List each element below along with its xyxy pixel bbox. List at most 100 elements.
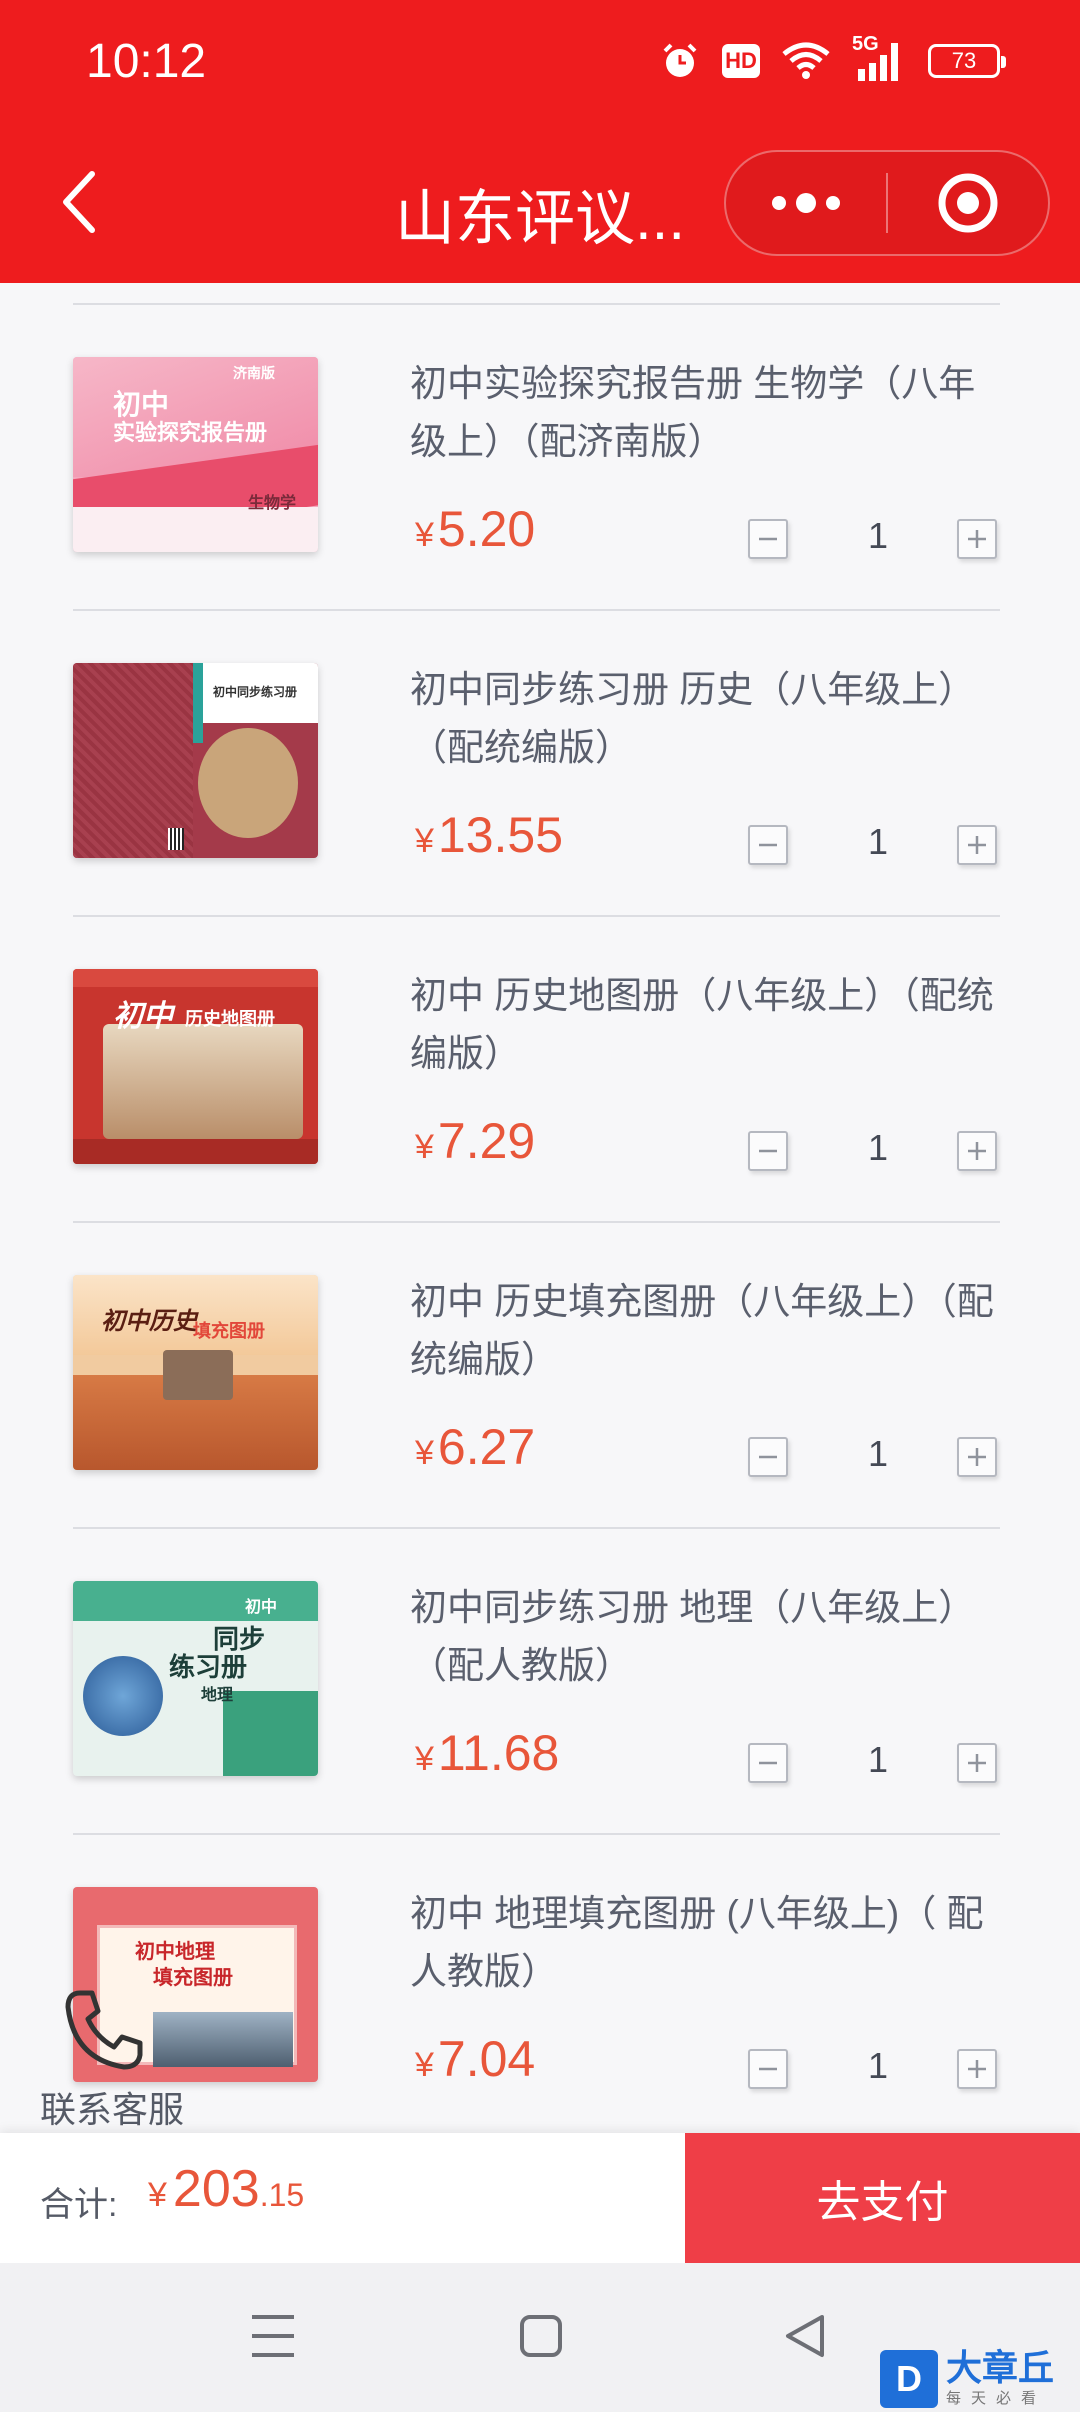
total-price: ¥203.15 — [148, 2159, 304, 2219]
quantity-value[interactable]: 1 — [853, 1739, 903, 1781]
minus-icon — [759, 2067, 777, 2071]
quantity-value[interactable]: 1 — [853, 821, 903, 863]
product-title[interactable]: 初中 历史填充图册（八年级上）（配统编版） — [410, 1273, 1000, 1389]
close-button[interactable] — [888, 152, 1048, 254]
increase-quantity-button[interactable] — [957, 825, 997, 865]
back-nav-button[interactable] — [782, 2311, 828, 2366]
back-button[interactable] — [40, 162, 120, 242]
alarm-icon — [663, 43, 697, 77]
status-icons: HD 5G 73 — [660, 33, 1006, 86]
product-price: ¥13.55 — [415, 806, 563, 864]
signal-bars-icon — [858, 43, 898, 81]
product-price: ¥6.27 — [415, 1418, 535, 1476]
product-price: ¥7.04 — [415, 2030, 535, 2088]
decrease-quantity-button[interactable] — [748, 2049, 788, 2089]
decrease-quantity-button[interactable] — [748, 1743, 788, 1783]
phone-icon — [65, 1990, 143, 2070]
currency-symbol: ¥ — [415, 1434, 434, 1472]
quantity-value[interactable]: 1 — [853, 2045, 903, 2087]
plus-icon — [968, 836, 986, 854]
decrease-quantity-button[interactable] — [748, 1437, 788, 1477]
cover-line1: 初中 — [113, 999, 173, 1034]
list-item: 初中 历史地图册 初中 历史地图册（八年级上）（配统编版） ¥7.29 1 — [73, 917, 1000, 1223]
book-cover-image[interactable]: 初中同步练习册 — [73, 663, 318, 858]
watermark-logo: D 大章丘 每天必看 — [880, 2345, 1080, 2412]
decrease-quantity-button[interactable] — [748, 1131, 788, 1171]
price-amount: 13.55 — [437, 807, 564, 863]
price-amount: 5.20 — [437, 501, 536, 557]
product-price: ¥5.20 — [415, 500, 535, 558]
signal-indicator: 5G — [852, 33, 906, 83]
product-title[interactable]: 初中实验探究报告册 生物学（八年级上）（配济南版） — [410, 355, 1000, 471]
cover-line1: 初中历史 — [101, 1306, 197, 1335]
product-price: ¥11.68 — [415, 1724, 559, 1782]
plus-icon — [968, 530, 986, 548]
book-cover-image[interactable]: 初中 同步 练习册 地理 — [73, 1581, 318, 1776]
product-title[interactable]: 初中同步练习册 历史（八年级上）（配统编版） — [410, 661, 1000, 777]
target-circle-icon — [938, 173, 998, 233]
cover-line3: 练习册 — [169, 1653, 248, 1683]
quantity-value[interactable]: 1 — [853, 1433, 903, 1475]
home-square-icon — [520, 2315, 562, 2357]
watermark-logo-mark: D — [880, 2349, 938, 2408]
increase-quantity-button[interactable] — [957, 1437, 997, 1477]
cover-line2: 实验探究报告册 — [113, 420, 268, 446]
nav-bar: 山东评议... — [0, 140, 1080, 270]
plus-icon — [968, 2060, 986, 2078]
minus-icon — [759, 843, 777, 847]
increase-quantity-button[interactable] — [957, 1743, 997, 1783]
cover-subject: 生物学 — [248, 493, 297, 512]
increase-quantity-button[interactable] — [957, 1131, 997, 1171]
product-title[interactable]: 初中同步练习册 地理（八年级上）（配人教版） — [410, 1579, 1000, 1695]
increase-quantity-button[interactable] — [957, 519, 997, 559]
cover-subject: 地理 — [201, 1685, 234, 1704]
watermark-sub: 每天必看 — [946, 2390, 1047, 2407]
quantity-value[interactable]: 1 — [853, 515, 903, 557]
cover-line1: 初中 — [245, 1597, 278, 1616]
minus-icon — [759, 1149, 777, 1153]
plus-icon — [968, 1754, 986, 1772]
plus-icon — [968, 1448, 986, 1466]
product-title[interactable]: 初中 地理填充图册 (八年级上)（ 配人教版） — [410, 1885, 1000, 2001]
decrease-quantity-button[interactable] — [748, 519, 788, 559]
increase-quantity-button[interactable] — [957, 2049, 997, 2089]
cover-line2: 填充图册 — [193, 1321, 265, 1342]
list-item: 初中历史 填充图册 初中 历史填充图册（八年级上）（配统编版） ¥6.27 1 — [73, 1223, 1000, 1529]
total-integer: 203 — [172, 2160, 260, 2218]
pay-button[interactable]: 去支付 — [685, 2133, 1080, 2263]
list-item: 济南版 初中 实验探究报告册 生物学 初中实验探究报告册 生物学（八年级上）（配… — [73, 305, 1000, 611]
product-title[interactable]: 初中 历史地图册（八年级上）（配统编版） — [410, 967, 1000, 1083]
customer-service-label: 联系客服 — [40, 2089, 185, 2130]
more-dots-icon — [772, 193, 840, 213]
decrease-quantity-button[interactable] — [748, 825, 788, 865]
cart-list[interactable]: 济南版 初中 实验探究报告册 生物学 初中实验探究报告册 生物学（八年级上）（配… — [0, 283, 1080, 2133]
checkout-bar: 合计: ¥203.15 去支付 — [0, 2133, 1080, 2263]
currency-symbol: ¥ — [148, 2176, 167, 2214]
list-item: 初中地理 填充图册 初中 地理填充图册 (八年级上)（ 配人教版） ¥7.04 … — [73, 1835, 1000, 2133]
cover-line1: 初中同步练习册 — [213, 685, 298, 699]
book-cover-image[interactable]: 初中 历史地图册 — [73, 969, 318, 1164]
app-header: 10:12 HD 5G 73 山东评议... — [0, 0, 1080, 283]
hd-badge: HD — [722, 44, 760, 78]
menu-button[interactable] — [250, 2311, 296, 2366]
watermark-text: 大章丘 每天必看 — [946, 2349, 1054, 2408]
cover-brand: 济南版 — [233, 366, 275, 382]
total-label: 合计: — [40, 2186, 118, 2224]
more-button[interactable] — [726, 152, 886, 254]
price-amount: 7.29 — [437, 1113, 536, 1169]
currency-symbol: ¥ — [415, 822, 434, 860]
currency-symbol: ¥ — [415, 516, 434, 554]
currency-symbol: ¥ — [415, 1128, 434, 1166]
customer-service-button[interactable]: 联系客服 — [40, 1985, 200, 2130]
quantity-value[interactable]: 1 — [853, 1127, 903, 1169]
page-title: 山东评议... — [395, 185, 686, 252]
book-cover-image[interactable]: 济南版 初中 实验探究报告册 生物学 — [73, 357, 318, 552]
triangle-back-icon — [786, 2315, 824, 2357]
battery-indicator: 73 — [928, 44, 1006, 78]
minus-icon — [759, 537, 777, 541]
cover-line2: 历史地图册 — [185, 1009, 275, 1030]
book-cover-image[interactable]: 初中历史 填充图册 — [73, 1275, 318, 1470]
status-bar: 10:12 HD 5G 73 — [0, 0, 1080, 120]
home-button[interactable] — [518, 2311, 564, 2366]
plus-icon — [968, 1142, 986, 1160]
